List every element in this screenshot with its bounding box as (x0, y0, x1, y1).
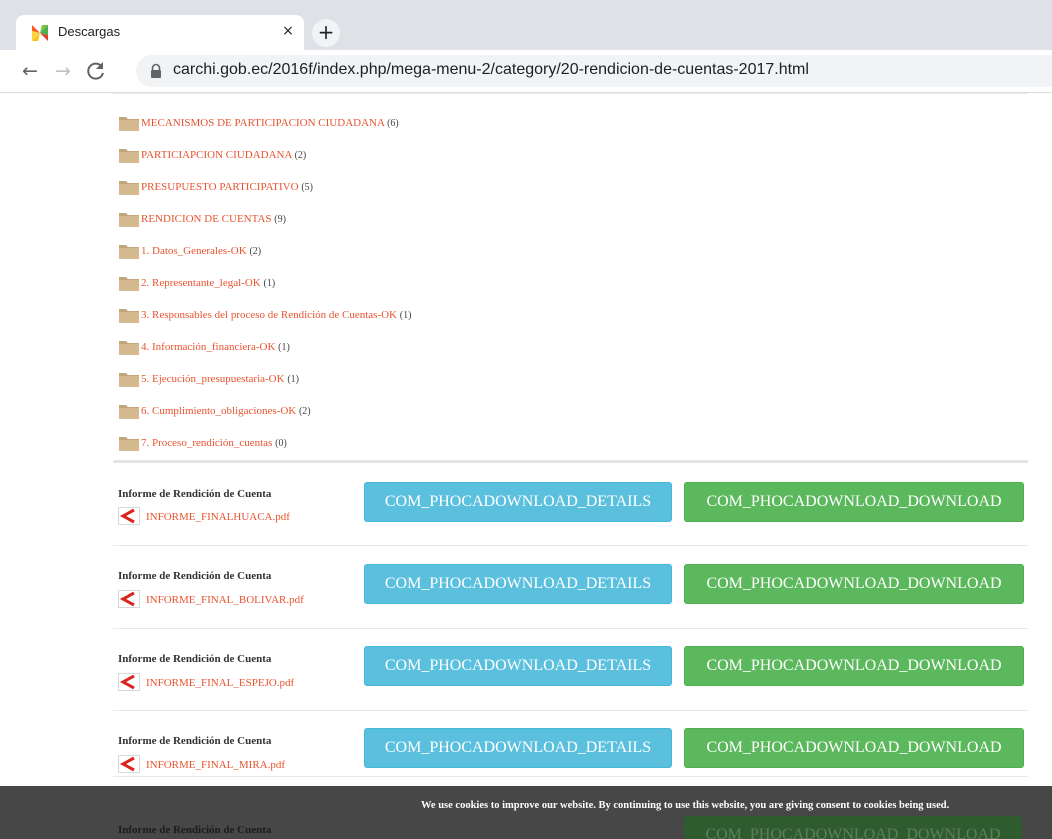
cookie-notice-text: We use cookies to improve our website. B… (421, 800, 950, 811)
category-count: (2) (249, 246, 262, 257)
file-title: Informe de Rendición de Cuenta (118, 824, 272, 836)
browser-tab-strip: Descargas × + (0, 0, 1052, 50)
file-title: Informe de Rendición de Cuenta (118, 735, 272, 747)
divider (113, 628, 1028, 629)
divider (113, 460, 1028, 463)
close-tab-icon[interactable]: × (278, 21, 298, 41)
category-label[interactable]: 1. Datos_Generales-OK (141, 245, 247, 257)
reload-icon[interactable] (84, 59, 108, 83)
category-label[interactable]: 6. Cumplimiento_obligaciones-OK (141, 405, 296, 417)
folder-icon (119, 341, 139, 355)
file-download-link[interactable]: INFORME_FINALHUACA.pdf (146, 511, 290, 523)
folder-icon (119, 309, 139, 323)
pdf-icon (118, 755, 140, 773)
details-button[interactable]: COM_PHOCADOWNLOAD_DETAILS (364, 564, 672, 604)
category-count: (5) (301, 182, 313, 193)
folder-icon (119, 181, 139, 195)
category-count: (1) (263, 278, 276, 289)
download-button[interactable]: COM_PHOCADOWNLOAD_DOWNLOAD (684, 816, 1022, 839)
category-label[interactable]: 4. Información_financiera-OK (141, 341, 275, 353)
pdf-icon (118, 590, 140, 608)
divider (113, 710, 1028, 711)
category-count: (1) (278, 342, 290, 353)
folder-icon (119, 277, 139, 291)
category-count: (6) (387, 118, 399, 129)
category-count: (1) (287, 374, 299, 385)
browser-tab[interactable]: Descargas × (16, 15, 304, 50)
url-text: carchi.gob.ec/2016f/index.php/mega-menu-… (173, 61, 809, 78)
category-label[interactable]: 3. Responsables del proceso de Rendición… (141, 309, 397, 321)
file-title: Informe de Rendición de Cuenta (118, 653, 272, 665)
download-button[interactable]: COM_PHOCADOWNLOAD_DOWNLOAD (684, 728, 1024, 768)
details-button[interactable]: COM_PHOCADOWNLOAD_DETAILS (364, 728, 672, 768)
tab-title: Descargas (58, 24, 121, 39)
category-count: (1) (399, 310, 412, 321)
file-download-link[interactable]: INFORME_FINAL_BOLIVAR.pdf (146, 594, 304, 606)
category-count: (2) (294, 150, 307, 161)
details-button[interactable]: COM_PHOCADOWNLOAD_DETAILS (364, 482, 672, 522)
folder-icon (119, 245, 139, 259)
folder-icon (119, 149, 139, 163)
category-label[interactable]: 5. Ejecución_presupuestaria-OK (141, 373, 285, 385)
folder-icon (119, 405, 139, 419)
lock-icon (151, 63, 161, 78)
forward-arrow-icon[interactable]: → (51, 59, 75, 83)
category-label[interactable]: 7. Proceso_rendición_cuentas (141, 437, 272, 449)
folder-icon (119, 213, 139, 227)
folder-icon (119, 437, 139, 451)
divider (113, 93, 1028, 94)
file-download-link[interactable]: INFORME_FINAL_ESPEJO.pdf (146, 677, 294, 689)
file-download-link[interactable]: INFORME_FINAL_MIRA.pdf (146, 759, 285, 771)
file-title: Informe de Rendición de Cuenta (118, 570, 272, 582)
address-bar[interactable]: carchi.gob.ec/2016f/index.php/mega-menu-… (136, 55, 1052, 87)
file-title: Informe de Rendición de Cuenta (118, 488, 272, 500)
folder-icon (119, 117, 139, 131)
divider (113, 776, 1028, 777)
folder-icon (119, 373, 139, 387)
new-tab-button[interactable]: + (312, 19, 340, 47)
pdf-icon (118, 673, 140, 691)
category-count: (0) (275, 438, 287, 449)
cookie-notice-bar: Informe de Rendición de Cuenta COM_PHOCA… (0, 786, 1052, 839)
category-label[interactable]: MECANISMOS DE PARTICIPACION CIUDADANA (141, 117, 384, 129)
category-label[interactable]: 2. Representante_legal-OK (141, 277, 261, 289)
page-content: MECANISMOS DE PARTICIPACION CIUDADANA (6… (0, 93, 1052, 839)
site-favicon-icon (32, 25, 48, 41)
category-count: (2) (298, 406, 311, 417)
back-arrow-icon[interactable]: ← (18, 59, 42, 83)
browser-toolbar: ← → carchi.gob.ec/2016f/index.php/mega-m… (0, 50, 1052, 93)
details-button[interactable]: COM_PHOCADOWNLOAD_DETAILS (364, 646, 672, 686)
category-label[interactable]: PRESUPUESTO PARTICIPATIVO (141, 181, 299, 193)
category-label[interactable]: PARTICIAPCION CIUDADANA (141, 149, 292, 161)
download-button[interactable]: COM_PHOCADOWNLOAD_DOWNLOAD (684, 646, 1024, 686)
divider (113, 545, 1028, 546)
pdf-icon (118, 507, 140, 525)
category-label[interactable]: RENDICION DE CUENTAS (141, 213, 272, 225)
download-button[interactable]: COM_PHOCADOWNLOAD_DOWNLOAD (684, 482, 1024, 522)
download-button[interactable]: COM_PHOCADOWNLOAD_DOWNLOAD (684, 564, 1024, 604)
category-count: (9) (274, 214, 286, 225)
